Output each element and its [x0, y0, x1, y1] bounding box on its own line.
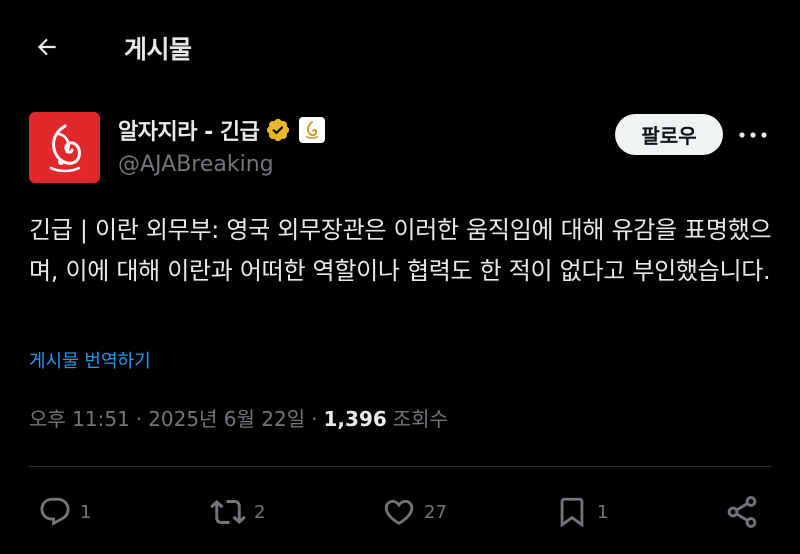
- share-icon: [727, 496, 757, 528]
- like-button[interactable]: 27: [382, 488, 447, 536]
- separator-dot: ·: [135, 407, 143, 431]
- heart-icon: [384, 499, 414, 525]
- tweet-text: 긴급 | 이란 외무부: 영국 외무장관은 이러한 움직임에 대해 유감을 표명…: [29, 216, 772, 285]
- bookmark-icon: [560, 497, 584, 528]
- reply-button[interactable]: 1: [38, 488, 91, 536]
- bookmark-count: 1: [597, 501, 609, 523]
- avatar[interactable]: [29, 112, 100, 183]
- display-name[interactable]: 알자지라 - 긴급: [118, 114, 260, 146]
- author-row: 알자지라 - 긴급: [118, 113, 326, 147]
- post-date[interactable]: 2025년 6월 22일: [148, 403, 305, 432]
- al-jazeera-logo-icon: [49, 124, 81, 172]
- repost-icon: [210, 499, 246, 525]
- view-count: 1,396: [323, 407, 387, 431]
- translate-post-link[interactable]: 게시물 번역하기: [29, 347, 151, 373]
- more-horizontal-icon: [739, 132, 767, 138]
- reply-count: 1: [80, 501, 92, 523]
- like-count: 27: [424, 501, 447, 523]
- arrow-left-icon: [37, 38, 56, 56]
- top-bar: 게시물: [0, 0, 800, 92]
- divider: [29, 466, 771, 467]
- repost-button[interactable]: 2: [210, 488, 265, 536]
- page-title: 게시물: [124, 35, 192, 64]
- post-time[interactable]: 오후 11:51: [29, 403, 130, 432]
- separator-dot: ·: [311, 407, 318, 431]
- follow-button[interactable]: 팔로우: [615, 114, 723, 155]
- share-button[interactable]: [724, 488, 760, 536]
- reply-icon: [40, 497, 70, 526]
- user-handle[interactable]: @AJABreaking: [118, 152, 274, 177]
- affiliate-logo-icon[interactable]: [299, 117, 326, 143]
- tweet-meta: 오후 11:51 · 2025년 6월 22일 · 1,396 조회수: [29, 403, 448, 432]
- more-options-button[interactable]: [736, 120, 770, 150]
- verified-badge-icon[interactable]: [265, 117, 291, 143]
- bookmark-button[interactable]: 1: [555, 488, 608, 536]
- view-count-label: 조회수: [392, 407, 448, 431]
- back-button[interactable]: [30, 30, 64, 64]
- repost-count: 2: [254, 501, 266, 523]
- action-bar: 1 2 27 1: [0, 488, 800, 536]
